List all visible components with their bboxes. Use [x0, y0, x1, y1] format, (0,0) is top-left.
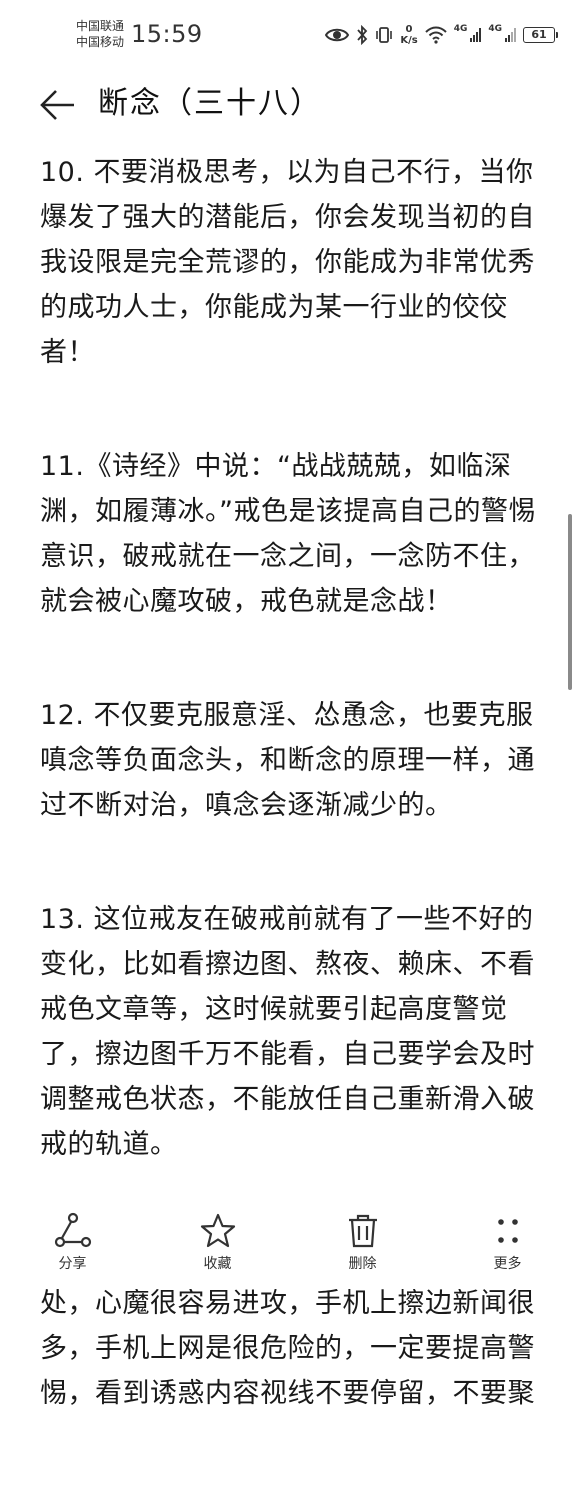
share-icon	[54, 1212, 91, 1248]
more-label: 更多	[493, 1256, 522, 1272]
carrier-info: 中国联通 中国移动	[76, 18, 124, 50]
star-icon	[200, 1213, 235, 1248]
share-label: 分享	[58, 1256, 87, 1272]
favorite-button[interactable]: 收藏	[145, 1206, 290, 1289]
arrow-left-icon	[40, 90, 74, 120]
signal-icon-2	[505, 28, 516, 42]
network-speed: 0 K/s	[400, 24, 417, 46]
bluetooth-icon	[357, 25, 368, 45]
more-button[interactable]: 更多	[435, 1206, 580, 1289]
paragraph: 10. 不要消极思考，以为自己不行，当你爆发了强大的潜能后，你会发现当初的自我设…	[40, 157, 535, 368]
eye-icon	[325, 28, 350, 42]
battery-icon: 61	[523, 27, 558, 43]
delete-label: 删除	[348, 1256, 377, 1272]
carrier-1: 中国联通	[76, 19, 125, 33]
network-type-2: 4G	[488, 24, 502, 34]
signal-icon-1	[470, 28, 482, 42]
speed-value: 0	[405, 24, 413, 35]
status-bar: 中国联通 中国移动 15:59 0 K/s 4G 4G 61	[0, 0, 580, 68]
paragraph: 12. 不仅要克服意淫、怂恿念，也要克服嗔念等负面念头，和断念的原理一样，通过不…	[40, 700, 535, 821]
vibrate-icon	[376, 27, 393, 43]
favorite-label: 收藏	[203, 1256, 232, 1272]
paragraph: 13. 这位戒友在破戒前就有了一些不好的变化，比如看擦边图、熬夜、赖床、不看戒色…	[40, 904, 535, 1160]
carrier-2: 中国移动	[76, 35, 125, 49]
scrollbar[interactable]	[568, 514, 572, 690]
page-title: 断念（三十八）	[98, 86, 322, 121]
speed-unit: K/s	[400, 35, 418, 46]
clock: 15:59	[131, 20, 203, 48]
wifi-icon	[424, 26, 447, 44]
more-dots-icon	[497, 1219, 518, 1243]
network-type-1: 4G	[453, 24, 468, 34]
status-icons: 0 K/s 4G 4G 61	[325, 20, 558, 50]
battery-level: 61	[523, 27, 555, 43]
share-button[interactable]: 分享	[0, 1206, 145, 1289]
trash-icon	[348, 1214, 377, 1248]
title-bar: 断念（三十八）	[0, 76, 580, 134]
delete-button[interactable]: 删除	[290, 1206, 435, 1289]
back-button[interactable]	[38, 88, 78, 122]
bottom-toolbar: 分享 收藏 删除 更多	[0, 1206, 580, 1289]
paragraph: 11.《诗经》中说：“战战兢兢，如临深渊，如履薄冰。”戒色是该提高自己的警惕意识…	[40, 451, 536, 617]
